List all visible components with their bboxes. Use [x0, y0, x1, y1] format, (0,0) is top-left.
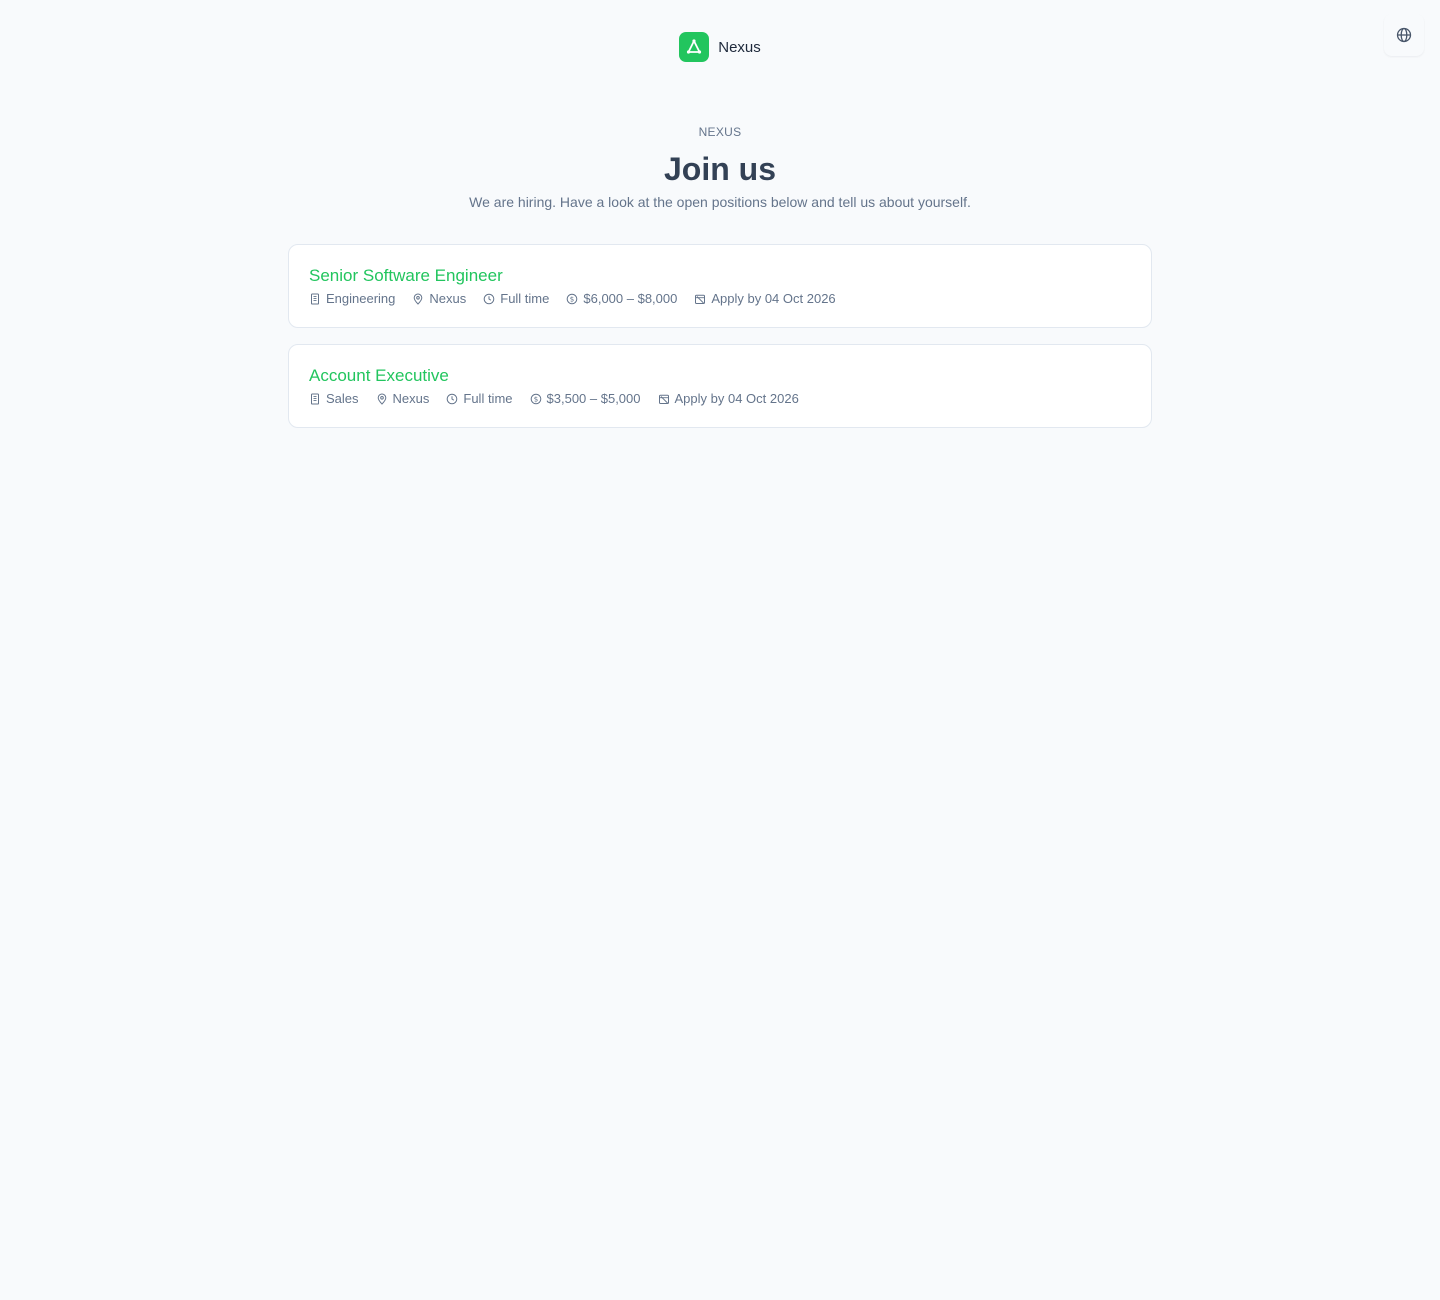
- calendar-off-icon: [658, 394, 669, 405]
- job-location: Nexus: [412, 290, 466, 308]
- svg-text:$: $: [533, 395, 537, 403]
- map-pin-icon: [414, 293, 423, 305]
- building-icon: [311, 293, 319, 305]
- job-salary-label: $6,000 – $8,000: [583, 291, 678, 306]
- job-department: Engineering: [309, 290, 395, 308]
- job-deadline: Apply by 04 Oct 2026: [658, 390, 799, 408]
- page-title: Join us: [663, 151, 776, 187]
- brand-header: Nexus: [0, 32, 1440, 62]
- job-location-label: Nexus: [392, 391, 430, 406]
- job-deadline: Apply by 04 Oct 2026: [694, 290, 836, 308]
- hero-section: NEXUS Join us We are hiring. Have a look…: [0, 125, 1440, 211]
- job-deadline-label: Apply by 04 Oct 2026: [674, 391, 799, 406]
- dollar-circle-icon: $: [567, 293, 578, 305]
- job-meta: Sales Nexus Full time $ $3,500 – $5,000 …: [309, 390, 1131, 408]
- clock-icon: [483, 293, 495, 305]
- page-subtitle: We are hiring. Have a look at the open p…: [469, 194, 971, 210]
- job-employment-type-label: Full time: [463, 391, 513, 406]
- map-pin-icon: [377, 393, 386, 405]
- job-department-label: Engineering: [326, 291, 396, 306]
- dollar-circle-icon: $: [530, 393, 541, 405]
- job-salary-label: $3,500 – $5,000: [546, 391, 641, 406]
- job-employment-type: Full time: [446, 390, 513, 408]
- job-title[interactable]: Senior Software Engineer: [309, 265, 1131, 287]
- brand-name: Nexus: [718, 38, 761, 56]
- calendar-off-icon: [695, 294, 706, 305]
- clock-icon: [447, 393, 458, 405]
- job-location: Nexus: [376, 390, 430, 408]
- job-employment-type: Full time: [483, 290, 549, 308]
- job-department-label: Sales: [326, 391, 359, 406]
- building-icon: [311, 393, 319, 405]
- triangle-nodes-icon: [679, 32, 710, 62]
- job-deadline-label: Apply by 04 Oct 2026: [711, 291, 836, 306]
- job-meta: Engineering Nexus Full time $ $6,000 – $…: [309, 290, 1131, 308]
- svg-text:$: $: [570, 295, 574, 303]
- job-employment-type-label: Full time: [500, 291, 550, 306]
- job-card[interactable]: Account Executive Sales Nexus Full time …: [288, 344, 1152, 428]
- job-department: Sales: [309, 390, 359, 408]
- job-title[interactable]: Account Executive: [309, 365, 1131, 387]
- globe-icon: [1396, 27, 1412, 43]
- job-list: Senior Software Engineer Engineering Nex…: [288, 244, 1152, 444]
- job-card[interactable]: Senior Software Engineer Engineering Nex…: [288, 244, 1152, 328]
- job-salary: $ $6,000 – $8,000: [566, 290, 677, 308]
- language-button[interactable]: [1384, 14, 1424, 56]
- job-location-label: Nexus: [429, 291, 467, 306]
- company-eyebrow: NEXUS: [698, 125, 742, 139]
- job-salary: $ $3,500 – $5,000: [530, 390, 641, 408]
